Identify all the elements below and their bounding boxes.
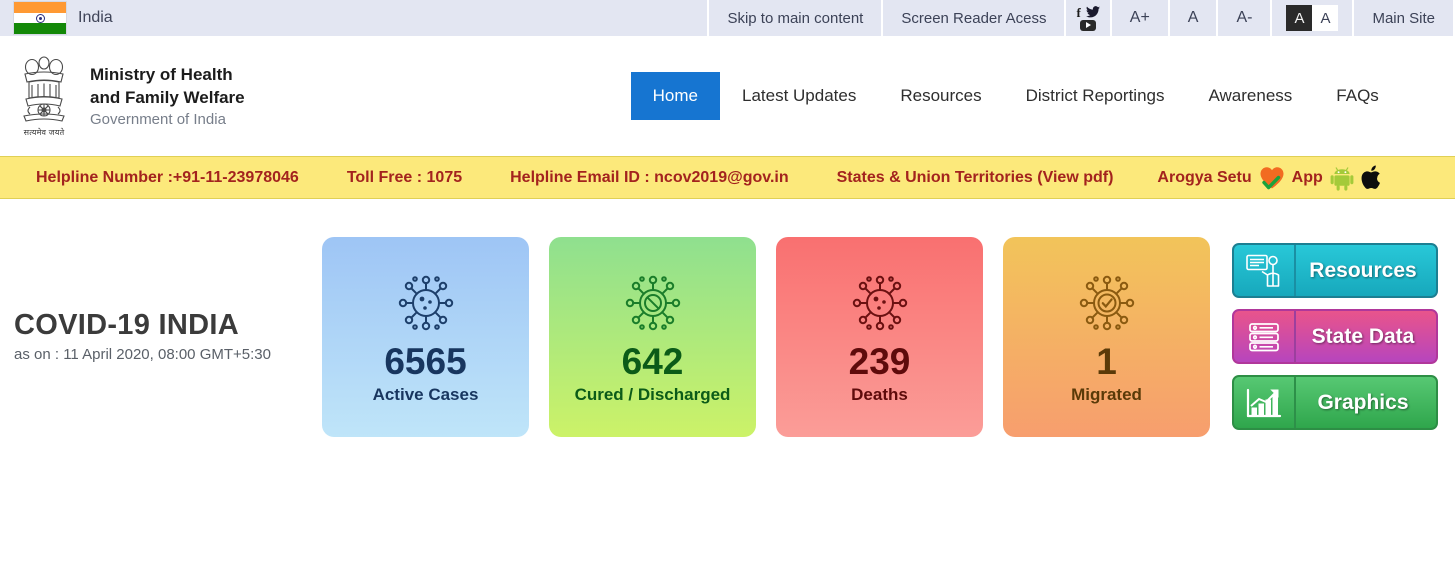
bar-chart-growth-icon	[1234, 377, 1296, 428]
stat-label: Deaths	[851, 384, 908, 404]
skip-to-main-content-link[interactable]: Skip to main content	[707, 0, 881, 36]
contrast-light-option[interactable]: A	[1312, 5, 1339, 31]
virus-check-icon	[1073, 272, 1141, 339]
stat-value: 239	[848, 341, 911, 383]
stat-value: 6565	[384, 341, 467, 383]
nav-item-district-reportings[interactable]: District Reportings	[1004, 72, 1187, 120]
site-header: सत्यमेव जयते Ministry of Health and Fami…	[0, 36, 1455, 156]
main-navigation: Home Latest Updates Resources District R…	[630, 36, 1401, 156]
stat-card-active-cases[interactable]: 6565 Active Cases	[322, 236, 529, 437]
brand-block[interactable]: सत्यमेव जयते Ministry of Health and Fami…	[14, 54, 245, 138]
stat-label: Active Cases	[372, 384, 479, 404]
stat-value: 642	[621, 341, 684, 383]
font-normal-button[interactable]: A	[1167, 0, 1217, 36]
stat-card-migrated[interactable]: 1 Migrated	[1003, 236, 1210, 437]
nav-item-faqs[interactable]: FAQs	[1314, 72, 1401, 120]
states-union-territories-pdf-link[interactable]: States & Union Territories (View pdf)	[813, 169, 1138, 187]
main-site-link[interactable]: Main Site	[1352, 0, 1455, 36]
dashboard: COVID-19 INDIA as on : 11 April 2020, 08…	[0, 199, 1455, 474]
nav-item-home[interactable]: Home	[630, 72, 720, 120]
database-server-icon	[1234, 311, 1296, 362]
stat-label: Cured / Discharged	[574, 384, 731, 404]
country-indicator: India	[0, 0, 133, 36]
state-data-button-label: State Data	[1311, 324, 1415, 348]
ministry-title: Ministry of Health and Family Welfare Go…	[90, 64, 245, 128]
contrast-toggle[interactable]: A A	[1270, 0, 1352, 36]
utility-bar: India Skip to main content Screen Reader…	[0, 0, 1455, 36]
ashoka-emblem-icon: सत्यमेव जयते	[14, 54, 74, 138]
nav-item-awareness[interactable]: Awareness	[1187, 72, 1315, 120]
dashboard-title-block: COVID-19 INDIA as on : 11 April 2020, 08…	[14, 308, 314, 364]
quick-action-buttons: Resources State Data Graphics	[1232, 243, 1438, 430]
virus-blocked-icon	[619, 272, 687, 339]
stat-label: Migrated	[1071, 384, 1142, 404]
font-increase-button[interactable]: A+	[1109, 0, 1168, 36]
india-flag-icon	[14, 2, 66, 35]
as-on-timestamp: as on : 11 April 2020, 08:00 GMT+5:30	[14, 346, 271, 364]
virus-icon	[392, 272, 460, 339]
helpline-toll-free[interactable]: Toll Free : 1075	[323, 169, 486, 187]
facebook-icon[interactable]: f	[1076, 6, 1080, 19]
arogya-setu-app-link[interactable]: Arogya Setu App	[1137, 164, 1404, 191]
state-data-button[interactable]: State Data	[1232, 309, 1438, 364]
country-label: India	[78, 9, 113, 26]
virus-icon	[846, 272, 914, 339]
helpline-number[interactable]: Helpline Number :+91-11-23978046	[0, 169, 323, 187]
ministry-line-2: and Family Welfare	[90, 87, 245, 107]
stat-cards: 6565 Active Cases 642 Cured / Discharged…	[322, 236, 1210, 437]
stat-card-deaths[interactable]: 239 Deaths	[776, 236, 983, 437]
apple-icon[interactable]	[1361, 164, 1385, 191]
emblem-motto: सत्यमेव जयते	[23, 128, 65, 137]
graphics-button-label: Graphics	[1317, 390, 1409, 414]
nav-item-latest-updates[interactable]: Latest Updates	[720, 72, 878, 120]
ministry-line-1: Ministry of Health	[90, 65, 233, 85]
arogya-setu-heart-check-icon	[1259, 166, 1285, 190]
font-decrease-button[interactable]: A-	[1216, 0, 1270, 36]
twitter-icon[interactable]	[1085, 6, 1100, 18]
utility-spacer	[133, 0, 708, 36]
stat-card-cured-discharged[interactable]: 642 Cured / Discharged	[549, 236, 756, 437]
stat-value: 1	[1096, 341, 1117, 383]
nav-item-resources[interactable]: Resources	[878, 72, 1003, 120]
resources-button-label: Resources	[1309, 258, 1417, 282]
social-links: f	[1064, 0, 1109, 36]
youtube-icon[interactable]	[1080, 19, 1097, 31]
contrast-dark-option[interactable]: A	[1286, 5, 1313, 31]
arogya-setu-label: Arogya Setu	[1157, 168, 1252, 186]
arogya-setu-app-label: App	[1291, 168, 1323, 186]
page-title: COVID-19 INDIA	[14, 308, 239, 341]
presenter-board-icon	[1234, 245, 1296, 296]
screen-reader-access-link[interactable]: Screen Reader Acess	[881, 0, 1064, 36]
government-label: Government of India	[90, 110, 226, 128]
resources-button[interactable]: Resources	[1232, 243, 1438, 298]
android-icon[interactable]	[1330, 165, 1354, 191]
helpline-bar: Helpline Number :+91-11-23978046 Toll Fr…	[0, 156, 1455, 199]
graphics-button[interactable]: Graphics	[1232, 375, 1438, 430]
helpline-email[interactable]: Helpline Email ID : ncov2019@gov.in	[486, 169, 813, 187]
